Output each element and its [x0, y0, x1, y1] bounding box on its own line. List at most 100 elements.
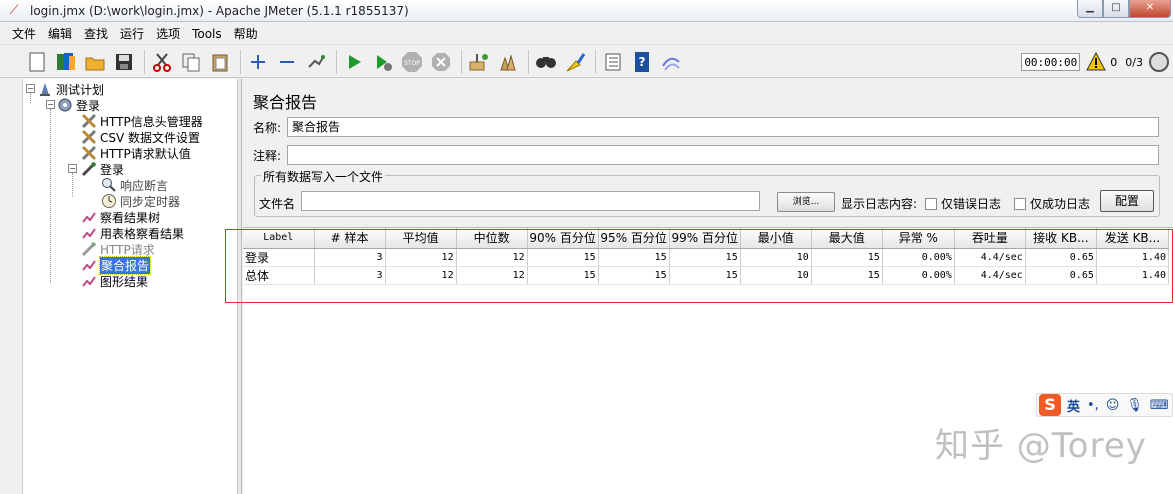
sogou-logo-icon[interactable]: S — [1039, 394, 1061, 416]
test-plan-tree: − 测试计划 − 登录 HTTP信息头管理器 CSV 数据文件设置 HTTP请求… — [22, 79, 238, 494]
jmeter-feather-icon: ⟋ — [9, 2, 19, 18]
function-helper-icon[interactable] — [600, 49, 626, 75]
col-header-error[interactable]: 异常 % — [882, 228, 955, 249]
configure-button[interactable]: 配置 — [1100, 190, 1154, 212]
test-plan-icon — [37, 81, 53, 97]
table-cell: 总体 — [243, 266, 315, 285]
minimize-button[interactable]: ▁ — [1077, 0, 1103, 18]
tree-node-http-request-disabled[interactable]: HTTP请求 — [81, 241, 155, 257]
help-icon[interactable]: ? — [629, 49, 655, 75]
success-only-checkbox[interactable]: 仅成功日志 — [1014, 195, 1090, 212]
col-header-p90[interactable]: 90% 百分位 — [527, 228, 599, 249]
start-no-pause-icon[interactable] — [370, 49, 396, 75]
config-icon — [81, 145, 97, 161]
checkbox-box[interactable] — [925, 197, 937, 210]
reset-search-icon[interactable] — [562, 49, 588, 75]
table-cell: 10 — [740, 266, 812, 285]
window-title: login.jmx (D:\work\login.jmx) - Apache J… — [30, 3, 409, 18]
tree-node-aggregate-report[interactable]: 聚合报告 — [81, 255, 152, 275]
smile-icon[interactable]: ☺ — [1106, 398, 1120, 413]
tree-node-response-assertion[interactable]: 响应断言 — [101, 177, 168, 193]
collapse-icon[interactable] — [274, 49, 300, 75]
name-field[interactable]: 聚合报告 — [287, 117, 1159, 137]
col-header-p95[interactable]: 95% 百分位 — [598, 228, 670, 249]
close-button[interactable]: ✕ — [1129, 0, 1171, 18]
cut-icon[interactable] — [149, 49, 175, 75]
menu-bar: 文件 编辑 查找 运行 选项 Tools 帮助 — [0, 23, 1173, 45]
menu-options[interactable]: 选项 — [150, 24, 186, 44]
save-icon[interactable] — [111, 49, 137, 75]
table-cell: 15 — [527, 266, 599, 285]
col-header-samples[interactable]: # 样本 — [314, 228, 386, 249]
table-cell: 0.00% — [882, 248, 955, 267]
table-cell: 15 — [811, 248, 883, 267]
collapse-toggle[interactable]: − — [26, 84, 35, 93]
menu-file[interactable]: 文件 — [6, 24, 42, 44]
toolbar-separator — [595, 49, 596, 74]
menu-help[interactable]: 帮助 — [228, 24, 264, 44]
filename-field[interactable] — [301, 191, 760, 211]
col-header-max[interactable]: 最大值 — [811, 228, 883, 249]
col-header-throughput[interactable]: 吞吐量 — [954, 228, 1026, 249]
col-header-label[interactable]: Label — [243, 228, 315, 249]
col-header-average[interactable]: 平均值 — [385, 228, 457, 249]
mic-icon[interactable]: 🎙 — [1126, 398, 1143, 413]
menu-search[interactable]: 查找 — [78, 24, 114, 44]
tree-node-view-results-tree[interactable]: 察看结果树 — [81, 209, 160, 225]
clear-all-icon[interactable] — [495, 49, 521, 75]
title-bar: ⟋ login.jmx (D:\work\login.jmx) - Apache… — [0, 0, 1173, 22]
table-row[interactable]: 登录 3 12 12 15 15 15 10 15 0.00% 4.4/sec … — [243, 248, 1170, 267]
tree-node-table-results[interactable]: 用表格察看结果 — [81, 225, 184, 241]
error-count: 0 — [1110, 55, 1118, 69]
col-header-received[interactable]: 接收 KB... — [1025, 228, 1097, 249]
comment-field[interactable] — [287, 145, 1159, 165]
shutdown-icon[interactable] — [428, 49, 454, 75]
new-icon[interactable] — [24, 49, 50, 75]
menu-edit[interactable]: 编辑 — [42, 24, 78, 44]
toggle-icon[interactable] — [303, 49, 329, 75]
collapse-toggle[interactable]: − — [68, 164, 77, 173]
toolbar: STOP ? 00:00:00 0 0/3 — [0, 46, 1173, 78]
col-header-median[interactable]: 中位数 — [456, 228, 528, 249]
pane-splitter[interactable] — [238, 79, 242, 494]
open-icon[interactable] — [82, 49, 108, 75]
col-header-p99[interactable]: 99% 百分位 — [669, 228, 741, 249]
search-icon[interactable] — [533, 49, 559, 75]
menu-tools[interactable]: Tools — [186, 24, 228, 44]
config-icon — [81, 113, 97, 129]
errors-only-checkbox[interactable]: 仅错误日志 — [925, 195, 1001, 212]
warning-icon[interactable] — [1086, 51, 1107, 72]
sampler-icon — [81, 161, 97, 177]
toolbar-separator — [144, 49, 145, 74]
tree-node-sync-timer[interactable]: 同步定时器 — [101, 193, 180, 209]
templates-icon[interactable] — [53, 49, 79, 75]
table-cell: 1.40 — [1096, 248, 1170, 267]
tree-node-http-defaults[interactable]: HTTP请求默认值 — [81, 145, 191, 161]
collapse-toggle[interactable]: − — [46, 100, 55, 109]
tree-node-graph-results[interactable]: 图形结果 — [81, 273, 148, 289]
maximize-button[interactable]: □ — [1103, 0, 1129, 18]
ime-toolbar: S 英 •, ☺ 🎙 ⌨ — [1036, 393, 1173, 417]
ime-language[interactable]: 英 — [1067, 396, 1080, 415]
tree-node-header-manager[interactable]: HTTP信息头管理器 — [81, 113, 203, 129]
tree-node-csv-config[interactable]: CSV 数据文件设置 — [81, 129, 200, 145]
clear-icon[interactable] — [466, 49, 492, 75]
col-header-sent[interactable]: 发送 KB... — [1096, 228, 1170, 249]
tree-node-login-sampler[interactable]: 登录 — [81, 161, 124, 177]
remote-icon[interactable] — [658, 49, 684, 75]
col-header-min[interactable]: 最小值 — [740, 228, 812, 249]
paste-icon[interactable] — [207, 49, 233, 75]
start-icon[interactable] — [341, 49, 367, 75]
table-row[interactable]: 总体 3 12 12 15 15 15 10 15 0.00% 4.4/sec … — [243, 266, 1170, 285]
tree-node-test-plan[interactable]: 测试计划 — [37, 81, 104, 97]
table-cell: 0.65 — [1025, 266, 1097, 285]
checkbox-box[interactable] — [1014, 197, 1026, 210]
keyboard-icon[interactable]: ⌨ — [1150, 398, 1169, 413]
ime-punctuation[interactable]: •, — [1087, 398, 1099, 413]
stop-icon[interactable]: STOP — [399, 49, 425, 75]
menu-run[interactable]: 运行 — [114, 24, 150, 44]
tree-node-thread-group[interactable]: 登录 — [57, 97, 100, 113]
expand-icon[interactable] — [245, 49, 271, 75]
browse-button[interactable]: 浏览... — [777, 192, 835, 212]
copy-icon[interactable] — [178, 49, 204, 75]
